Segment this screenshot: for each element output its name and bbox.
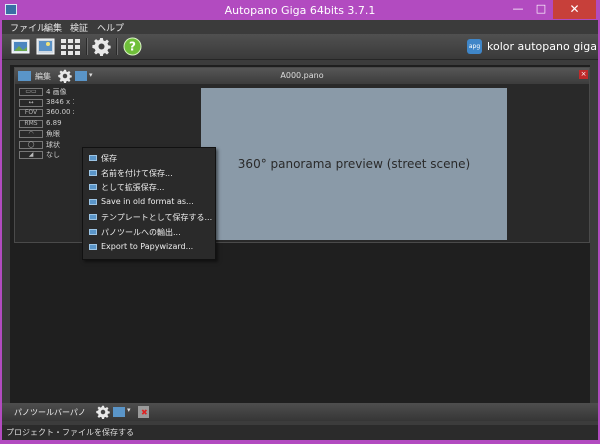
panotools-settings-button[interactable]: [96, 405, 110, 420]
app-window: Autopano Giga 64bits 3.7.1 — □ ✕ ファイル 編集…: [0, 0, 600, 444]
rms-label: RMS: [19, 119, 43, 128]
open-images-icon: [11, 39, 30, 54]
close-button[interactable]: ✕: [553, 0, 596, 19]
menu-item-export-panotools[interactable]: パノツールへの輸出...: [83, 225, 215, 240]
menu-item-label: 保存: [101, 154, 117, 163]
status-text: プロジェクト・ファイルを保存する: [6, 428, 134, 437]
menu-item-label: パノツールへの輸出...: [101, 228, 181, 237]
title-bar: Autopano Giga 64bits 3.7.1 — □ ✕: [0, 0, 600, 20]
grid-detect-icon: [61, 39, 80, 55]
close-project-button[interactable]: ×: [579, 70, 588, 79]
settings-button[interactable]: [92, 37, 111, 57]
fov-label: FOV: [19, 109, 43, 117]
brand-text: kolor autopano giga: [487, 40, 597, 53]
main-toolbar: ? apg kolor autopano giga: [2, 34, 598, 60]
project-toolbar: 編集 ▾ A000.pano ×: [15, 68, 589, 84]
info-row: ▭▭ 4 画像: [19, 87, 114, 97]
panotools-panel: パノツールバーパノ ▾: [2, 403, 598, 421]
delete-icon[interactable]: [138, 406, 149, 418]
menu-item-label: として拡張保存...: [101, 183, 165, 192]
menu-item-save-old-format[interactable]: Save in old format as...: [83, 195, 215, 210]
image-count-icon: ▭▭: [19, 88, 43, 96]
lens-icon: ◠: [19, 130, 43, 138]
panotools-label: パノツールバーパノ: [14, 408, 86, 417]
status-bar: プロジェクト・ファイルを保存する: [2, 425, 598, 440]
menu-item-extended-save[interactable]: として拡張保存...: [83, 180, 215, 195]
toolbar-separator: [116, 38, 118, 55]
info-value: 3846 x 1: [46, 97, 74, 106]
menu-item-save[interactable]: 保存: [83, 151, 215, 166]
gear-icon: [96, 405, 110, 420]
save-icon[interactable]: [113, 407, 125, 417]
info-row: FOV 360.00 x: [19, 108, 114, 118]
client-area: ファイル 編集 検証 ヘルプ ? apg kolor autopano giga…: [2, 20, 598, 440]
save-icon: [89, 184, 97, 190]
export-icon: [89, 244, 97, 250]
save-icon: [89, 199, 97, 205]
menu-edit[interactable]: 編集: [44, 21, 62, 34]
menu-item-save-as[interactable]: 名前を付けて保存...: [83, 166, 215, 181]
menu-file[interactable]: ファイル: [10, 21, 46, 34]
save-icon: [89, 214, 97, 220]
brand-logo: apg: [467, 39, 482, 54]
chevron-down-icon[interactable]: ▾: [127, 406, 131, 414]
info-value: なし: [46, 151, 60, 159]
help-icon: ?: [123, 37, 142, 56]
export-icon: [89, 229, 97, 235]
menu-item-save-template[interactable]: テンプレートとして保存する...: [83, 210, 215, 225]
gear-icon: [92, 37, 111, 57]
import-images-icon: [36, 38, 55, 55]
info-value: 4 画像: [46, 88, 67, 96]
menu-bar: ファイル 編集 検証 ヘルプ: [2, 20, 598, 34]
menu-item-label: 名前を付けて保存...: [101, 169, 173, 178]
help-button[interactable]: ?: [123, 37, 142, 56]
save-icon: [89, 155, 97, 161]
toolbar-separator: [86, 38, 88, 55]
menu-item-label: テンプレートとして保存する...: [101, 213, 213, 222]
import-images-button[interactable]: [36, 37, 55, 56]
maximize-button[interactable]: □: [530, 0, 552, 19]
project-title: A000.pano: [280, 71, 324, 80]
info-row: RMS 6.89: [19, 119, 114, 129]
menu-item-export-papywizard[interactable]: Export to Papywizard...: [83, 240, 215, 255]
crop-icon: ◢: [19, 151, 43, 159]
info-value: 360.00 x: [46, 108, 74, 116]
work-area: 編集 ▾ A000.pano × ▭▭ 4 画像 ↔ 3846 x 1 FOV 360…: [10, 65, 590, 403]
info-value: 6.89: [46, 118, 62, 127]
menu-verify[interactable]: 検証: [70, 21, 88, 34]
menu-item-label: Export to Papywizard...: [101, 242, 194, 251]
info-value: 魚眼: [46, 130, 60, 138]
detect-button[interactable]: [60, 37, 80, 56]
info-row: ↔ 3846 x 1: [19, 98, 114, 108]
open-images-button[interactable]: [11, 37, 30, 56]
menu-item-label: Save in old format as...: [101, 197, 194, 206]
info-row: ◠ 魚眼: [19, 129, 114, 139]
minimize-button[interactable]: —: [506, 0, 530, 19]
projection-icon: ◯: [19, 140, 43, 149]
info-value: 球状: [46, 140, 60, 149]
panorama-preview[interactable]: 360° panorama preview (street scene): [201, 88, 507, 240]
menu-help[interactable]: ヘルプ: [97, 21, 124, 34]
svg-text:?: ?: [129, 40, 136, 54]
size-icon: ↔: [19, 98, 43, 107]
save-dropdown-menu: 保存 名前を付けて保存... として拡張保存... Save in old fo…: [82, 147, 216, 260]
save-icon: [89, 170, 97, 176]
